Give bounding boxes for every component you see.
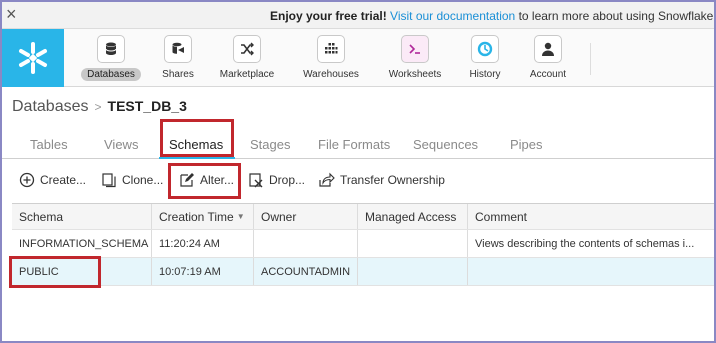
highlight-alter-button	[168, 163, 241, 199]
clone-button[interactable]: Clone...	[100, 171, 163, 189]
nav-label: Warehouses	[303, 69, 359, 80]
banner-rest-text: to learn more about using Snowflake or	[515, 9, 716, 23]
create-label: Create...	[40, 173, 87, 187]
nav-account[interactable]: Account	[520, 29, 576, 87]
copy-icon	[100, 171, 118, 189]
tab-stages[interactable]: Stages	[250, 137, 290, 152]
worksheets-icon	[401, 35, 429, 63]
column-header-comment[interactable]: Comment	[468, 204, 714, 229]
tab-tables[interactable]: Tables	[30, 137, 68, 152]
chevron-right-icon: >	[94, 100, 102, 114]
column-header-schema[interactable]: Schema	[12, 204, 152, 229]
object-tabs: Tables Views Schemas Stages File Formats…	[2, 132, 714, 159]
nav-warehouses[interactable]: Warehouses	[298, 29, 364, 87]
close-banner-icon[interactable]: ×	[6, 5, 17, 23]
drop-label: Drop...	[269, 173, 306, 187]
owner-cell	[254, 230, 358, 257]
main-toolbar: Databases Shares Marketplace Warehouses	[2, 29, 714, 87]
managed-access-cell	[358, 258, 468, 285]
account-icon	[534, 35, 562, 63]
schema-name-cell: INFORMATION_SCHEMA	[12, 230, 152, 257]
warehouses-icon	[317, 35, 345, 63]
owner-cell: ACCOUNTADMIN	[254, 258, 358, 285]
column-header-managed-access[interactable]: Managed Access	[358, 204, 468, 229]
nav-marketplace[interactable]: Marketplace	[214, 29, 280, 87]
nav-label: History	[469, 69, 501, 80]
table-header-row: Schema Creation Time ▼ Owner Managed Acce…	[12, 204, 714, 230]
breadcrumb-root[interactable]: Databases	[12, 98, 89, 115]
tab-sequences[interactable]: Sequences	[413, 137, 478, 152]
tab-pipes[interactable]: Pipes	[510, 137, 543, 152]
tab-views[interactable]: Views	[104, 137, 138, 152]
breadcrumb: Databases > TEST_DB_3	[12, 98, 187, 116]
schema-actions: Create... Clone... Alter... Drop... Tran…	[2, 167, 714, 197]
highlight-public-row	[9, 256, 101, 288]
plus-circle-icon	[18, 171, 36, 189]
nav-worksheets[interactable]: Worksheets	[382, 29, 448, 87]
drop-icon	[247, 171, 265, 189]
nav-label: Marketplace	[219, 69, 275, 80]
comment-cell: Views describing the contents of schemas…	[475, 237, 695, 250]
drop-button[interactable]: Drop...	[247, 171, 305, 189]
table-row[interactable]: PUBLIC 10:07:19 AM ACCOUNTADMIN	[12, 258, 714, 286]
highlight-schemas-tab	[160, 119, 234, 157]
trial-banner: × Enjoy your free trial! Visit our docum…	[2, 2, 714, 29]
creation-time-cell: 10:07:19 AM	[152, 258, 254, 285]
banner-bold-text: Enjoy your free trial!	[270, 9, 387, 23]
column-header-creation-time[interactable]: Creation Time ▼	[152, 204, 254, 229]
nav-databases[interactable]: Databases	[78, 29, 144, 87]
transfer-ownership-button[interactable]: Transfer Ownership	[318, 171, 445, 189]
nav-label: Worksheets	[388, 69, 442, 80]
snowflake-logo-icon[interactable]	[2, 29, 64, 87]
creation-time-cell: 11:20:24 AM	[152, 230, 254, 257]
nav-shares[interactable]: Shares	[154, 29, 202, 87]
active-tab-underline	[159, 157, 235, 159]
breadcrumb-current: TEST_DB_3	[107, 98, 187, 114]
create-button[interactable]: Create...	[18, 171, 86, 189]
database-icon	[97, 35, 125, 63]
sort-down-icon: ▼	[236, 212, 245, 221]
marketplace-icon	[233, 35, 261, 63]
nav-label: Databases	[81, 68, 141, 81]
transfer-ownership-label: Transfer Ownership	[340, 173, 445, 187]
managed-access-cell	[358, 230, 468, 257]
shares-icon	[164, 35, 192, 63]
documentation-link[interactable]: Visit our documentation	[390, 9, 515, 23]
comment-cell	[468, 258, 714, 285]
app-frame: × Enjoy your free trial! Visit our docum…	[0, 0, 716, 343]
schemas-table: Schema Creation Time ▼ Owner Managed Acce…	[12, 203, 714, 286]
tab-file-formats[interactable]: File Formats	[318, 137, 390, 152]
nav-label: Shares	[162, 69, 194, 80]
history-icon	[471, 35, 499, 63]
share-arrow-icon	[318, 171, 336, 189]
table-row[interactable]: INFORMATION_SCHEMA 11:20:24 AM Views des…	[12, 230, 714, 258]
clone-label: Clone...	[122, 173, 164, 187]
column-header-owner[interactable]: Owner	[254, 204, 358, 229]
nav-label: Account	[529, 69, 567, 80]
toolbar-divider	[590, 43, 591, 75]
nav-history[interactable]: History	[462, 29, 508, 87]
banner-message: Enjoy your free trial! Visit our documen…	[270, 9, 716, 23]
